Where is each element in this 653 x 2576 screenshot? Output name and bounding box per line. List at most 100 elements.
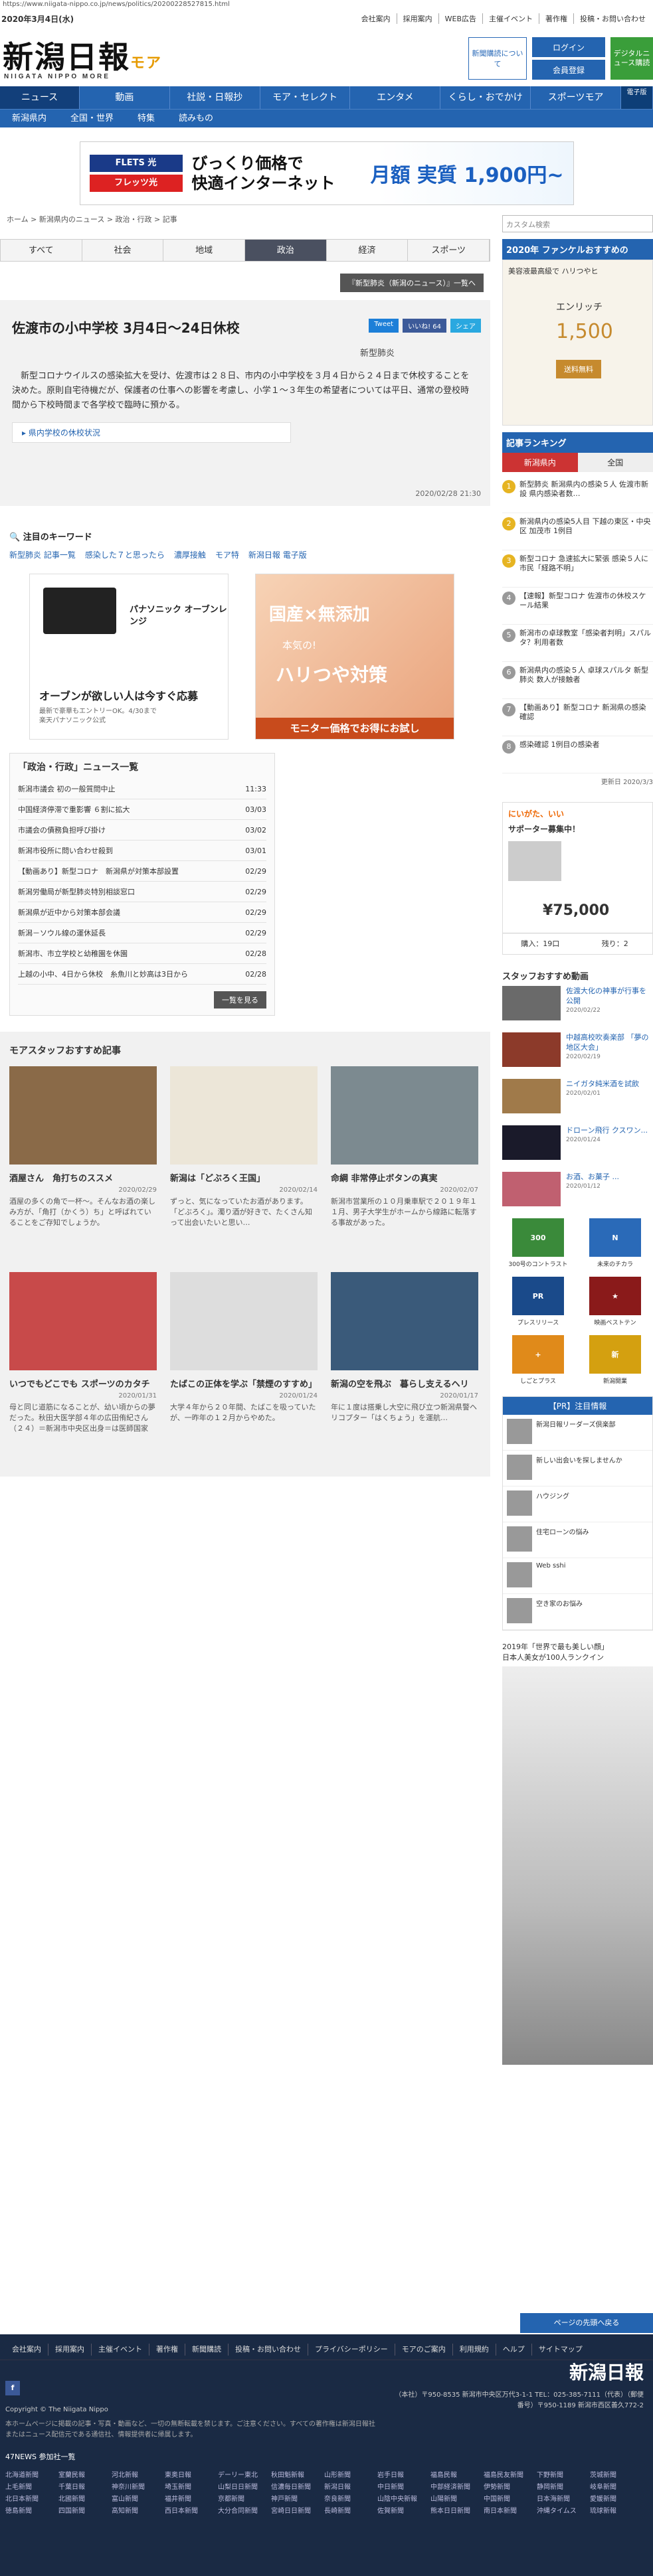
footer-link[interactable]: プライバシーポリシー (308, 2344, 395, 2356)
rank-tab-local[interactable]: 新潟県内 (502, 453, 578, 472)
newspaper-link[interactable]: 静岡新聞 (537, 2482, 590, 2494)
rank-item[interactable]: 7 【動画あり】新型コロナ 新潟県の感染確認 (502, 699, 653, 736)
facebook-icon[interactable]: f (5, 2381, 20, 2395)
footer-link[interactable]: モアのご案内 (394, 2344, 452, 2356)
video-item[interactable]: ドローン飛行 クスワン... 2020/01/24 (502, 1125, 653, 1165)
staff-card[interactable]: 命綱 非常停止ボタンの真実 2020/02/07 新潟市営業所の１０月乗車駅で２０１… (331, 1066, 478, 1259)
nav-video[interactable]: 動画 (80, 86, 170, 109)
top-banner-ad[interactable]: FLETS 光フレッツ光 びっくり価格で 快適インターネット 月額 実質 1,90… (0, 137, 653, 210)
link-contact[interactable]: 投稿・お問い合わせ (573, 13, 652, 24)
newspaper-link[interactable]: 京都新聞 (218, 2494, 271, 2506)
newspaper-link[interactable]: 琉球新報 (590, 2506, 643, 2518)
ad-fancl[interactable]: 国産×無添加 本気の! ハリつや対策 モニター価格でお得にお試し (255, 574, 454, 740)
search-input[interactable]: カスタム検索 (502, 215, 653, 232)
newspaper-link[interactable]: 中日新聞 (377, 2482, 430, 2494)
keyword-link[interactable]: モア特 (215, 549, 239, 560)
site-logo[interactable]: 新潟日報モア NIIGATA NIPPO MORE (3, 33, 162, 80)
newspaper-link[interactable]: 奈良新聞 (324, 2494, 377, 2506)
newspaper-link[interactable]: 福島民友新聞 (484, 2470, 537, 2482)
newspaper-link[interactable]: 下野新聞 (537, 2470, 590, 2482)
service-link[interactable]: 300 300号のコントラスト (502, 1218, 574, 1271)
nav-entertainment[interactable]: エンタメ (350, 86, 441, 109)
keyword-link[interactable]: 新潟日報 電子版 (248, 549, 307, 560)
footer-link[interactable]: 新聞購読 (185, 2344, 228, 2356)
rank-item[interactable]: 1 新型肺炎 新潟県内の感染５人 佐渡市新設 県内感染者数… (502, 476, 653, 513)
newspaper-link[interactable]: 日本海新聞 (537, 2494, 590, 2506)
tab-society[interactable]: 社会 (82, 240, 164, 261)
newspaper-link[interactable]: 福島民報 (430, 2470, 484, 2482)
newspaper-link[interactable]: 西日本新聞 (165, 2506, 218, 2518)
staff-card[interactable]: 新潟の空を飛ぶ 暮らし支えるヘリ 2020/01/17 年に１度は搭乗し大空に飛び立… (331, 1272, 478, 1465)
link-company[interactable]: 会社案内 (355, 13, 397, 24)
tab-region[interactable]: 地域 (163, 240, 246, 261)
newspaper-link[interactable]: 室蘭民報 (58, 2470, 112, 2482)
newspaper-link[interactable]: 山陽新聞 (430, 2494, 484, 2506)
list-item[interactable]: 新潟－ソウル線の運休延長 02/29 (18, 923, 266, 943)
tab-sports[interactable]: スポーツ (408, 240, 490, 261)
newspaper-link[interactable]: 新潟日報 (324, 2482, 377, 2494)
newspaper-link[interactable]: 大分合同新聞 (218, 2506, 271, 2518)
newspaper-link[interactable]: 茨城新聞 (590, 2470, 643, 2482)
newspaper-link[interactable]: 徳島新聞 (5, 2506, 58, 2518)
page-top-button[interactable]: ページの先頭へ戻る (520, 2313, 653, 2333)
share-button[interactable]: シェア (450, 319, 481, 333)
newspaper-link[interactable]: 東奥日報 (165, 2470, 218, 2482)
newspaper-link[interactable]: 神奈川新聞 (112, 2482, 165, 2494)
newspaper-link[interactable]: 南日本新聞 (484, 2506, 537, 2518)
newspaper-link[interactable]: 埼玉新聞 (165, 2482, 218, 2494)
newspaper-link[interactable]: 愛媛新聞 (590, 2494, 643, 2506)
ad2-button[interactable]: モニター価格でお得にお試し (256, 718, 454, 739)
nav-sports[interactable]: スポーツモア (531, 86, 621, 109)
list-item[interactable]: 新潟市議会 初の一般質問中止 11:33 (18, 779, 266, 799)
link-web-ad[interactable]: WEB広告 (438, 13, 482, 24)
ad-panasonic[interactable]: パナソニック オーブンレンジ オーブンが欲しい人は今すぐ応募 最新で豪華もエント… (29, 574, 229, 740)
newspaper-link[interactable]: 岐阜新聞 (590, 2482, 643, 2494)
rank-tab-national[interactable]: 全国 (577, 453, 653, 472)
newspaper-link[interactable]: 信濃毎日新聞 (271, 2482, 324, 2494)
subnav-features[interactable]: 特集 (126, 110, 167, 127)
newspaper-link[interactable]: 高知新聞 (112, 2506, 165, 2518)
footer-link[interactable]: 主催イベント (91, 2344, 149, 2356)
staff-card[interactable]: いつでもどこでも スポーツのカタチ 2020/01/31 母と同じ道筋になることが、… (9, 1272, 157, 1465)
newspaper-link[interactable]: 山梨日日新聞 (218, 2482, 271, 2494)
newspaper-link[interactable]: 北國新聞 (58, 2494, 112, 2506)
newspaper-link[interactable]: 秋田魁新報 (271, 2470, 324, 2482)
newspaper-link[interactable]: 北海道新聞 (5, 2470, 58, 2482)
rank-item[interactable]: 3 新型コロナ 急速拡大に緊張 感染５人に 市民「経路不明」 (502, 550, 653, 588)
footer-link[interactable]: 会社案内 (5, 2344, 48, 2356)
service-link[interactable]: N 未来のチカラ (579, 1218, 651, 1271)
nav-life[interactable]: くらし・おでかけ (440, 86, 531, 109)
register-button[interactable]: 会員登録 (532, 60, 605, 80)
list-item[interactable]: 新潟労働局が新型肺炎特別相談窓口 02/29 (18, 882, 266, 902)
pr-item[interactable]: 住宅ローンの悩み (503, 1522, 652, 1558)
rank-item[interactable]: 4 【速報】新型コロナ 佐渡市の休校スケール結果 (502, 588, 653, 625)
newspaper-link[interactable]: 佐賀新聞 (377, 2506, 430, 2518)
tab-politics[interactable]: 政治 (245, 240, 327, 261)
footer-link[interactable]: ヘルプ (495, 2344, 531, 2356)
login-button[interactable]: ログイン (532, 37, 605, 57)
tab-all[interactable]: すべて (1, 240, 82, 261)
digital-subscription-button[interactable]: デジタルニュース購読 (610, 37, 653, 80)
list-item[interactable]: 新潟市役所に問い合わせ殺到 03/01 (18, 841, 266, 861)
newspaper-link[interactable]: デーリー東北 (218, 2470, 271, 2482)
related-link[interactable]: ▸ 県内学校の休校状況 (12, 422, 291, 443)
staff-card[interactable]: 酒屋さん 角打ちのススメ 2020/02/29 酒屋の多くの角で一杯～。そんなお酒の… (9, 1066, 157, 1259)
newspaper-link[interactable]: 伊勢新聞 (484, 2482, 537, 2494)
newspaper-link[interactable]: 福井新聞 (165, 2494, 218, 2506)
side-ad-fancl[interactable]: 美容液最高級で ハリつやヒ エンリッチ 1,500 送料無料 (502, 260, 653, 426)
footer-logo[interactable]: 新潟日報 (569, 2358, 644, 2385)
service-link[interactable]: PR プレスリリース (502, 1277, 574, 1330)
subnav-reading[interactable]: 読みもの (167, 110, 225, 127)
video-item[interactable]: お酒、お菓子 ... 2020/01/12 (502, 1172, 653, 1212)
pr-item[interactable]: Web sshi (503, 1558, 652, 1594)
newspaper-link[interactable]: 熊本日日新聞 (430, 2506, 484, 2518)
keyword-link[interactable]: 濃厚接触 (174, 549, 206, 560)
newspaper-link[interactable]: 北日本新聞 (5, 2494, 58, 2506)
keyword-link[interactable]: 新型肺炎 記事一覧 (9, 549, 76, 560)
list-item[interactable]: 【動画あり】新型コロナ 新潟県が対策本部設置 02/29 (18, 861, 266, 882)
staff-card[interactable]: 新潟は「どぶろく王国」 2020/02/14 ずっと、気になっていたお酒があります。… (170, 1066, 318, 1259)
staff-card[interactable]: たばこの正体を学ぶ「禁煙のすすめ」 2020/01/24 大学４年から２０年間、たば… (170, 1272, 318, 1465)
link-recruit[interactable]: 採用案内 (396, 13, 438, 24)
more-button[interactable]: 一覧を見る (214, 991, 266, 1008)
footer-link[interactable]: 投稿・お問い合わせ (228, 2344, 308, 2356)
